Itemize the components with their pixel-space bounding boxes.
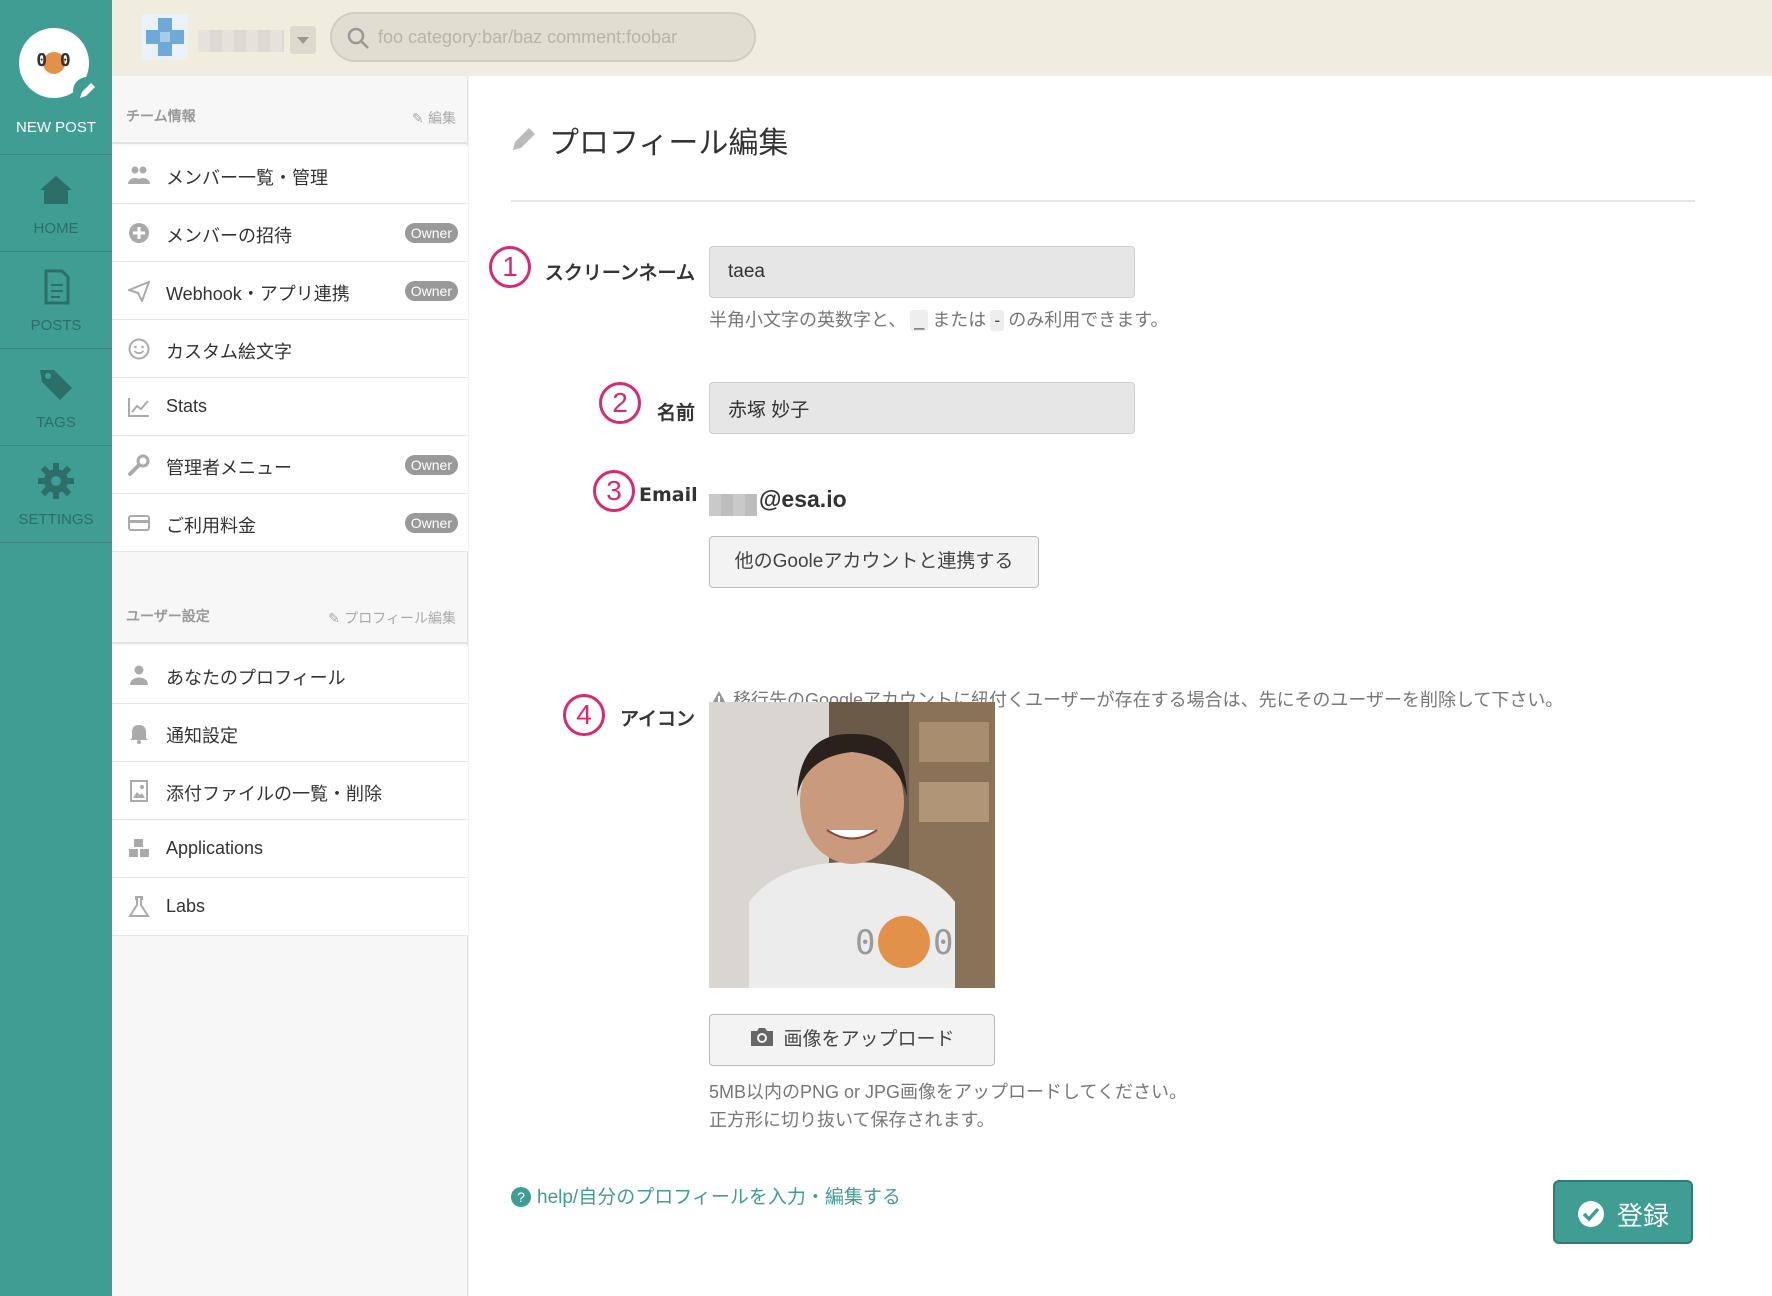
sidebar-item-webhook[interactable]: Webhook・アプリ連携 Owner (112, 262, 468, 320)
chevron-down-icon (297, 37, 309, 44)
sidebar-item-admin[interactable]: 管理者メニュー Owner (112, 436, 468, 494)
upload-hint-line1: 5MB以内のPNG or JPG画像をアップロードしてください。 (709, 1082, 1187, 1102)
search-input[interactable] (378, 22, 738, 52)
home-icon (40, 176, 72, 204)
wrench-icon (128, 454, 150, 476)
sidebar-item-applications[interactable]: Applications (112, 820, 468, 878)
line-chart-icon (128, 398, 149, 417)
divider (511, 200, 1695, 202)
sidebar-item-members[interactable]: メンバー一覧・管理 (112, 146, 468, 204)
paper-plane-icon (128, 280, 150, 302)
posts-icon (44, 269, 70, 305)
screen-name-hint: 半角小文字の英数字と、 _ または - のみ利用できます。 (709, 310, 1169, 331)
nav-settings[interactable]: SETTINGS (0, 447, 112, 543)
owner-badge: Owner (404, 281, 458, 301)
profile-edit-link[interactable]: ✎ プロフィール編集 (328, 608, 456, 628)
svg-text:0: 0 (933, 923, 953, 963)
user-icon (130, 665, 148, 685)
email-value: @esa.io (759, 486, 847, 512)
email-masked-part (709, 494, 757, 516)
step-badge-2: 2 (599, 382, 641, 424)
users-icon (128, 166, 150, 184)
team-icon[interactable] (142, 14, 188, 60)
email-label: Email (639, 484, 698, 506)
credit-card-icon (128, 515, 150, 531)
global-nav: 0 0 NEW POST HOME POSTS TAGS SETTINGS (0, 0, 112, 1296)
plus-circle-icon (129, 223, 149, 243)
image-file-icon (130, 780, 148, 802)
svg-text:0: 0 (855, 923, 875, 963)
sidebar-item-attachments[interactable]: 添付ファイルの一覧・削除 (112, 762, 468, 820)
upload-image-button[interactable]: 画像をアップロード (709, 1014, 995, 1066)
icon-label: アイコン (619, 708, 695, 730)
pencil-icon (513, 128, 535, 150)
check-circle-icon (1578, 1201, 1604, 1227)
settings-sidebar: チーム情報 ✎ 編集 メンバー一覧・管理 メンバーの招待 Owner Webho… (112, 76, 468, 1296)
step-badge-3: 3 (593, 470, 635, 512)
owner-badge: Owner (404, 513, 458, 533)
team-edit-link[interactable]: ✎ 編集 (412, 108, 456, 128)
search-icon (347, 27, 369, 49)
team-section-header: チーム情報 ✎ 編集 (112, 76, 468, 144)
upload-hint-line2: 正方形に切り抜いて保存されます。 (709, 1110, 995, 1130)
tags-icon (40, 370, 72, 400)
team-dropdown-button[interactable] (290, 26, 316, 54)
owner-badge: Owner (404, 223, 458, 243)
step-badge-4: 4 (563, 694, 605, 736)
submit-button[interactable]: 登録 (1553, 1180, 1693, 1244)
sidebar-item-labs[interactable]: Labs (112, 878, 468, 936)
screen-name-label: スクリーンネーム (544, 262, 695, 284)
sidebar-item-emoji[interactable]: カスタム絵文字 (112, 320, 468, 378)
name-label: 名前 (656, 402, 695, 424)
screen-name-input[interactable] (709, 246, 1135, 298)
sidebar-item-billing[interactable]: ご利用料金 Owner (112, 494, 468, 552)
step-badge-1: 1 (489, 246, 531, 288)
link-google-account-button[interactable]: 他のGooleアカウントと連携する (709, 536, 1039, 588)
new-post-button[interactable]: 0 0 NEW POST (0, 0, 112, 155)
new-post-label: NEW POST (15, 119, 96, 136)
page-title: プロフィール編集 (549, 126, 789, 161)
sidebar-item-invite[interactable]: メンバーの招待 Owner (112, 204, 468, 262)
team-name[interactable] (198, 30, 284, 52)
question-icon: ? (511, 1187, 531, 1207)
sidebar-item-profile[interactable]: あなたのプロフィール (112, 646, 468, 704)
avatar: 0 0 (709, 702, 995, 988)
user-section-header: ユーザー設定 ✎ プロフィール編集 (112, 576, 468, 644)
pencil-icon (73, 77, 101, 105)
top-bar (112, 0, 1772, 76)
name-input[interactable] (709, 382, 1135, 434)
flask-icon (128, 896, 150, 917)
help-link[interactable]: ? help/自分のプロフィールを入力・編集する (511, 1182, 901, 1209)
bell-icon (130, 725, 148, 744)
sidebar-item-notifications[interactable]: 通知設定 (112, 704, 468, 762)
gear-icon (38, 463, 74, 499)
main-content: プロフィール編集 1 スクリーンネーム 半角小文字の英数字と、_または-のみ利用… (469, 76, 1772, 1296)
camera-icon (751, 1028, 774, 1046)
owner-badge: Owner (404, 455, 458, 475)
nav-tags[interactable]: TAGS (0, 350, 112, 446)
nav-home[interactable]: HOME (0, 156, 112, 252)
search-box[interactable] (330, 12, 756, 62)
cubes-icon (129, 839, 149, 857)
sidebar-item-stats[interactable]: Stats (112, 378, 468, 436)
nav-posts[interactable]: POSTS (0, 253, 112, 349)
smile-icon (128, 338, 150, 360)
